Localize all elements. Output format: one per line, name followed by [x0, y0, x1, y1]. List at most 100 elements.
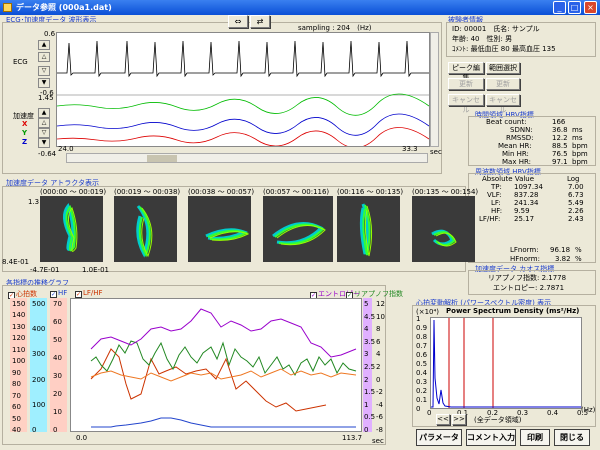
peak-cancel-button[interactable]: キャンセル — [448, 94, 484, 114]
accel-scale-up2-button[interactable]: △ — [38, 118, 50, 128]
maximize-button[interactable]: □ — [568, 1, 581, 14]
psd-y-tick: 0.4 — [416, 369, 428, 377]
lfhf-checkbox-box[interactable]: ✓ — [75, 291, 82, 298]
close-button[interactable]: 閉じる — [554, 429, 590, 446]
time-hrv-value: 12.2 — [552, 134, 568, 142]
ent_ticks-tick: 4 — [364, 325, 369, 334]
zoom-in-button[interactable]: ⇔ — [228, 15, 248, 28]
axis-z-label: Z — [22, 138, 28, 146]
freq-hrv-label: HF: — [491, 207, 503, 215]
peak-update-button[interactable]: 更新 — [448, 78, 484, 90]
hf_ticks-tick: 300 — [32, 350, 46, 359]
accel-scale-up-button[interactable]: ▲ — [38, 108, 50, 118]
minimize-button[interactable]: _ — [553, 1, 566, 14]
psd-y-tick: 0.2 — [416, 387, 428, 395]
ecg-waveform-svg — [57, 40, 429, 146]
ecg-scroll-thumb[interactable] — [147, 155, 177, 162]
hr_ticks-tick: 110 — [12, 345, 26, 354]
hf_ticks-tick: 500 — [32, 300, 46, 308]
hf-checkbox-label: HF — [58, 289, 68, 297]
ent_ticks-tick: 1.5 — [364, 388, 376, 397]
axis-x-label: X — [22, 120, 28, 128]
psd-y-tick: 0.9 — [416, 324, 428, 332]
attractor-plot — [205, 228, 250, 241]
accel-y-top: 1.45 — [38, 94, 54, 102]
lfnorm-value: 96.18 — [550, 246, 571, 254]
hfnorm-value: 3.82 — [555, 255, 571, 263]
psd-prev-button[interactable]: << — [436, 414, 450, 425]
lfhf-checkbox[interactable]: ✓ LF/HF — [75, 289, 103, 298]
lyap_ticks-tick: -6 — [376, 413, 383, 422]
attractor-plot — [431, 229, 457, 247]
ecg-vertical-scrollbar[interactable] — [430, 32, 439, 147]
ecg-y-top: 0.6 — [44, 30, 56, 38]
psd-y-tick: 0.8 — [416, 333, 428, 341]
accel-scale-down-button[interactable]: ▽ — [38, 128, 50, 138]
attractor-x-left: -4.7E-01 — [30, 266, 60, 274]
psd-y-tick: 0.6 — [416, 351, 428, 359]
comment-input-button[interactable]: コメント入力 — [466, 429, 516, 446]
freq-col-abs-header: Absolute Value — [482, 175, 535, 183]
trend-hf-line — [91, 417, 356, 428]
lyap_ticks-tick: 0 — [376, 375, 381, 384]
freq-col-log-header: Log — [567, 175, 580, 183]
attractor-x-right: 1.0E-01 — [82, 266, 109, 274]
lyap_ticks-tick: -4 — [376, 400, 383, 409]
time-hrv-unit: bpm — [572, 142, 588, 150]
peak-edit-button[interactable]: ピーク編集 — [448, 62, 484, 82]
ecg-scale-down-button[interactable]: ▽ — [38, 66, 50, 76]
ecg-horizontal-scrollbar[interactable] — [66, 153, 428, 163]
accel-z-trace — [57, 113, 429, 136]
psd-chart-title: Power Spectrum Density (ms²/Hz) — [446, 307, 580, 315]
attractor-panel — [337, 196, 400, 262]
time-hrv-unit: bpm — [572, 150, 588, 158]
hr_ticks-tick: 70 — [12, 391, 21, 400]
parameter-button[interactable]: パラメータ — [416, 429, 462, 446]
lyap_ticks-tick: 8 — [376, 325, 381, 334]
range-select-button[interactable]: 範囲選択 — [486, 62, 520, 74]
psd-y-tick: 0.5 — [416, 360, 428, 368]
time-hrv-value: 166 — [552, 118, 566, 126]
range-cancel-button[interactable]: キャンセル — [486, 94, 520, 114]
time-hrv-label: SDNN: — [510, 126, 533, 134]
psd-y-tick: 0.1 — [416, 396, 428, 404]
trend-entropy-line — [90, 308, 357, 358]
trend-chart-svg — [90, 308, 357, 428]
lyap_ticks-tick: 12 — [376, 300, 385, 308]
lyap_ticks-tick: 10 — [376, 312, 385, 321]
freq-hrv-abs: 25.17 — [514, 215, 535, 223]
hr_ticks-tick: 50 — [12, 414, 21, 423]
hf-checkbox[interactable]: ✓ HF — [50, 289, 68, 298]
hr_ticks-tick: 150 — [12, 300, 26, 308]
attractor-panel — [114, 196, 177, 262]
close-window-button[interactable]: × — [584, 1, 597, 14]
trend-x-end: 113.7 — [342, 434, 363, 442]
hf-checkbox-box[interactable]: ✓ — [50, 291, 57, 298]
ecg-scale-up2-button[interactable]: △ — [38, 52, 50, 62]
accel-scale-down2-button[interactable]: ▼ — [38, 138, 50, 148]
psd-range-label: (全データ領域) — [474, 416, 522, 424]
attractor-panel — [188, 196, 251, 262]
freq-hrv-log: 2.26 — [568, 207, 584, 215]
ecg-scale-up-button[interactable]: ▲ — [38, 40, 50, 50]
time-unit-label: sec — [430, 148, 442, 156]
print-button[interactable]: 印刷 — [520, 429, 550, 446]
zoom-out-button[interactable]: ⇄ — [250, 15, 270, 28]
ecg-trace — [57, 40, 429, 78]
range-update-button[interactable]: 更新 — [486, 78, 520, 90]
trend-lyapunov-line — [90, 368, 357, 382]
main-window: データ参照 (000a1.dat) _ □ × ECG･加速度データ 波形表示 … — [0, 0, 600, 450]
lfhf_ticks-tick: 30 — [53, 372, 62, 380]
ecg-scale-down2-button[interactable]: ▼ — [38, 78, 50, 88]
time-hrv-value: 97.1 — [552, 158, 568, 166]
freq-hrv-log: 2.43 — [568, 215, 584, 223]
hr_ticks-tick: 100 — [12, 357, 26, 366]
ent_ticks-tick: 0.5 — [364, 413, 376, 422]
time-start-label: 24.0 — [58, 145, 74, 153]
psd-next-button[interactable]: >> — [452, 414, 466, 425]
attractor-y-top: 1.3 — [28, 198, 40, 206]
time-hrv-unit: bpm — [572, 158, 588, 166]
freq-hrv-label: VLF: — [487, 191, 502, 199]
hf_ticks-tick: 100 — [32, 400, 46, 409]
ent_ticks-tick: 5 — [364, 300, 369, 308]
